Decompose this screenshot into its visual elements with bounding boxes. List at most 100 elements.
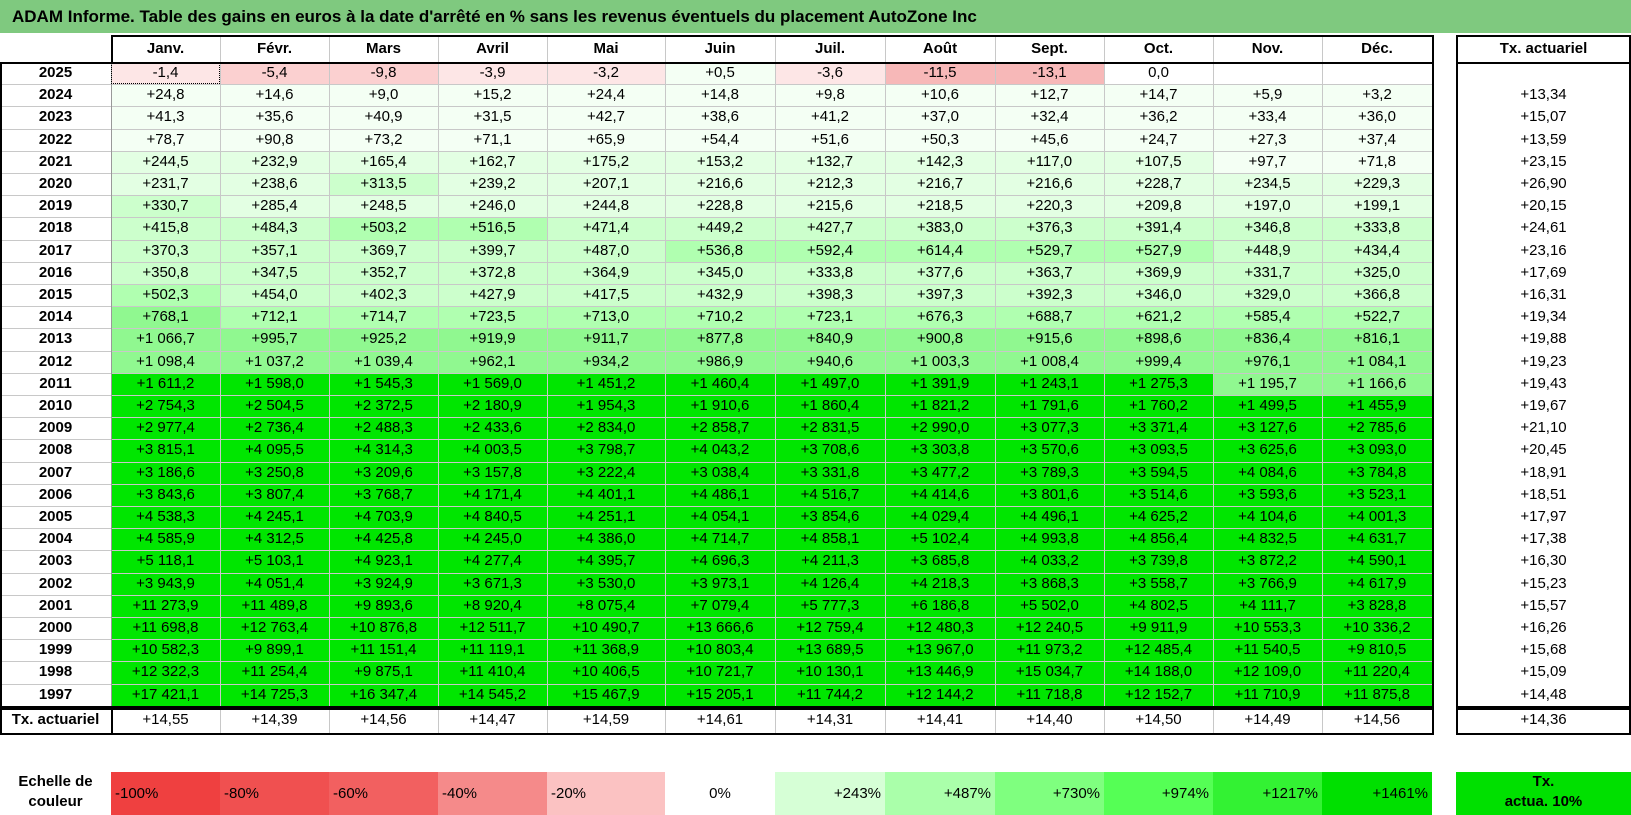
row-rate-cell: +15,09	[1520, 663, 1567, 681]
gain-cell: +2 834,0	[547, 417, 665, 440]
gain-cell: +2 504,5	[220, 395, 329, 418]
gain-cell: +940,6	[775, 350, 885, 373]
grid-line	[775, 706, 776, 733]
gain-cell: +484,3	[220, 217, 329, 240]
gain-cell: +4 051,4	[220, 572, 329, 595]
gain-cell: +1 195,7	[1213, 372, 1322, 395]
gain-cell: +3 784,8	[1322, 461, 1432, 484]
grid-line	[665, 706, 666, 733]
gain-cell: +900,8	[885, 328, 995, 351]
gain-cell: +14,6	[220, 84, 329, 107]
gain-cell: +8 075,4	[547, 594, 665, 617]
gain-cell: +3 807,4	[220, 483, 329, 506]
month-header: Avril	[476, 40, 509, 57]
row-year-label: 2003	[38, 552, 73, 570]
footer-rate-cell: +14,49	[1244, 710, 1291, 728]
gain-cell: +24,7	[1104, 128, 1213, 151]
gain-cell: +51,6	[775, 128, 885, 151]
gain-cell: +3 593,6	[1213, 483, 1322, 506]
gain-cell: -3,9	[438, 62, 547, 85]
grid-line	[0, 661, 1432, 662]
row-rate-cell: +19,23	[1520, 352, 1567, 370]
gain-cell: +54,4	[665, 128, 775, 151]
gain-cell: +3 530,0	[547, 572, 665, 595]
gain-cell: +4 218,3	[885, 572, 995, 595]
gain-cell: +4 095,5	[220, 439, 329, 462]
grid-line	[0, 550, 1432, 551]
row-year-label: 2008	[38, 441, 73, 459]
grid-line	[0, 707, 2, 734]
row-year-label: 2012	[38, 352, 73, 370]
grid-line	[0, 217, 1432, 218]
month-header: Mars	[365, 40, 402, 57]
gain-cell: +346,0	[1104, 284, 1213, 307]
footer-rate-cell: +14,56	[360, 710, 407, 728]
row-rate-cell: +20,45	[1520, 441, 1567, 459]
gain-cell: +1 910,6	[665, 395, 775, 418]
gain-cell: +4 714,7	[665, 528, 775, 551]
grid-line	[1456, 35, 1458, 735]
scale-rate-line1: Tx.	[1532, 773, 1555, 790]
gain-cell: +10 582,3	[111, 639, 220, 662]
gain-cell: +723,5	[438, 306, 547, 329]
gain-cell: +3 093,5	[1104, 439, 1213, 462]
grid-line	[329, 706, 330, 733]
row-rate-cell: +16,26	[1520, 619, 1567, 636]
gain-cell: +1 166,6	[1322, 372, 1432, 395]
scale-swatch: +974%	[1104, 772, 1213, 815]
row-year-label: 2021	[38, 152, 73, 170]
grid-line	[0, 373, 1432, 374]
scale-swatch: -100%	[111, 772, 220, 815]
gain-cell: +4 858,1	[775, 528, 885, 551]
gain-cell: +199,1	[1322, 195, 1432, 218]
row-rate-cell: +21,10	[1520, 419, 1567, 437]
gain-cell: +3 038,4	[665, 461, 775, 484]
row-year-label: 2004	[38, 530, 73, 548]
gain-cell: +6 186,8	[885, 594, 995, 617]
gain-cell: +36,2	[1104, 106, 1213, 129]
gain-cell: +522,7	[1322, 306, 1432, 329]
gain-cell: +454,0	[220, 284, 329, 307]
grid-line	[1104, 706, 1105, 733]
gain-cell: +17 421,1	[111, 683, 220, 706]
grid-line	[111, 707, 113, 734]
gain-cell: 0,0	[1104, 62, 1213, 85]
gain-cell: +3 127,6	[1213, 417, 1322, 440]
gain-cell: +12 144,2	[885, 683, 995, 706]
gain-cell: +3 222,4	[547, 461, 665, 484]
gain-cell: +14 188,0	[1104, 661, 1213, 684]
gain-cell: +4 832,5	[1213, 528, 1322, 551]
grid-line	[438, 35, 439, 706]
gain-cell: +329,0	[1213, 284, 1322, 307]
gain-cell: -9,8	[329, 62, 438, 85]
gain-cell: +12 759,4	[775, 617, 885, 640]
gain-cell: +2 736,4	[220, 417, 329, 440]
gain-cell: +3 250,8	[220, 461, 329, 484]
gain-cell: +4 696,3	[665, 550, 775, 573]
row-year-label: 2022	[38, 130, 73, 148]
gain-cell: +614,4	[885, 239, 995, 262]
gain-cell: +10 876,8	[329, 617, 438, 640]
gain-cell: +710,2	[665, 306, 775, 329]
gain-cell: +713,0	[547, 306, 665, 329]
gain-cell: +313,5	[329, 173, 438, 196]
grid-line	[1456, 62, 1631, 64]
gain-cell: +503,2	[329, 217, 438, 240]
grid-line	[995, 706, 996, 733]
gain-cell: +215,6	[775, 195, 885, 218]
row-rate-cell: +19,43	[1520, 374, 1567, 392]
gain-cell: +3 828,8	[1322, 594, 1432, 617]
gain-cell: +10 803,4	[665, 639, 775, 662]
gain-cell: +38,6	[665, 106, 775, 129]
gain-cell: +4 245,0	[438, 528, 547, 551]
gain-cell: +244,8	[547, 195, 665, 218]
gain-cell: +502,3	[111, 284, 220, 307]
rate-header: Tx. actuariel	[1499, 40, 1588, 57]
row-rate-cell: +26,90	[1520, 175, 1567, 192]
gain-cell: +366,8	[1322, 284, 1432, 307]
gain-cell: +714,7	[329, 306, 438, 329]
gain-cell: +1 275,3	[1104, 372, 1213, 395]
row-year-label: 2024	[38, 86, 73, 104]
gain-cell: +4 631,7	[1322, 528, 1432, 551]
row-year-label: 2002	[38, 574, 73, 592]
